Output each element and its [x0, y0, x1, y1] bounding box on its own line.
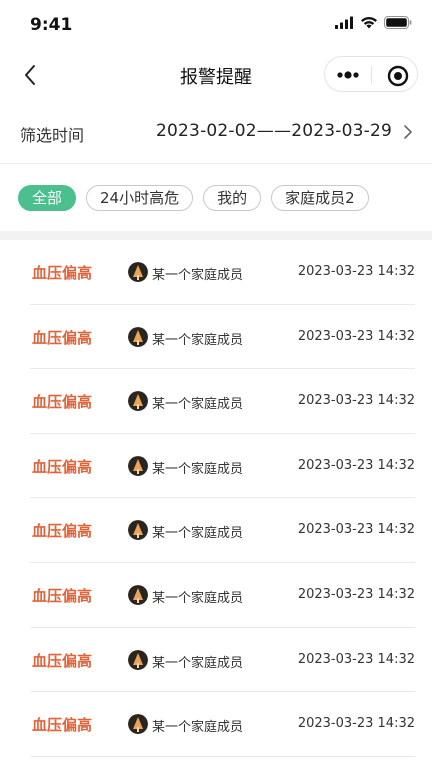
alert-type: 血压偏高 [32, 586, 93, 605]
alert-timestamp: 2023-03-23 14:32 [297, 716, 415, 732]
alert-timestamp: 2023-03-23 14:32 [297, 328, 415, 344]
alert-timestamp: 2023-03-23 14:32 [297, 522, 415, 538]
alert-timestamp: 2023-03-23 14:32 [297, 264, 415, 279]
status-time: 9:41 [30, 15, 73, 35]
status-bar: 9:41 [0, 0, 432, 50]
alert-member-name: 某一个家庭成员 [152, 332, 244, 348]
filter-label: 筛选时间 [20, 126, 85, 145]
alert-list: 血压偏高 某一个家庭成员 2023-03-23 14:32 血压偏高 某一个家庭… [0, 240, 432, 757]
alert-member-name: 某一个家庭成员 [152, 590, 244, 606]
avatar [128, 326, 148, 347]
filter-date-range[interactable]: 2023-02-02——2023-03-29 [156, 121, 392, 141]
alert-type: 血压偏高 [32, 264, 93, 282]
alert-member-name: 某一个家庭成员 [152, 461, 244, 477]
more-dots-icon [337, 71, 359, 79]
tag-filter-row: 全部 24小时高危 我的 家庭成员2 [0, 164, 432, 232]
alert-type: 血压偏高 [32, 651, 93, 670]
alert-item[interactable]: 血压偏高 某一个家庭成员 2023-03-23 14:32 [30, 563, 415, 628]
wifi-icon [361, 16, 377, 29]
nav-bar: 报警提醒 [0, 50, 432, 100]
alert-member-name: 某一个家庭成员 [152, 526, 244, 542]
alert-item[interactable]: 血压偏高 某一个家庭成员 2023-03-23 14:32 [30, 240, 415, 305]
avatar [128, 455, 148, 476]
alert-type: 血压偏高 [32, 716, 93, 735]
alert-type: 血压偏高 [32, 457, 93, 476]
alert-member-name: 某一个家庭成员 [152, 397, 244, 413]
capsule-divider [371, 66, 372, 84]
alert-type: 血压偏高 [32, 393, 93, 412]
target-close-icon [387, 65, 409, 87]
more-button[interactable] [333, 65, 363, 85]
battery-icon [384, 16, 412, 29]
tag-24h-high-risk[interactable]: 24小时高危 [86, 185, 194, 211]
alert-item[interactable]: 血压偏高 某一个家庭成员 2023-03-23 14:32 [30, 498, 415, 563]
status-icons [335, 16, 412, 29]
avatar [128, 714, 148, 735]
avatar [128, 584, 148, 605]
alert-item[interactable]: 血压偏高 某一个家庭成员 2023-03-23 14:32 [30, 692, 415, 757]
alert-item[interactable]: 血压偏高 某一个家庭成员 2023-03-23 14:32 [30, 434, 415, 499]
chevron-right-icon [404, 125, 412, 139]
section-divider [0, 231, 432, 240]
alert-member-name: 某一个家庭成员 [152, 655, 244, 671]
alert-type: 血压偏高 [32, 328, 93, 347]
avatar [128, 649, 148, 670]
mini-program-capsule [324, 56, 418, 92]
alert-type: 血压偏高 [32, 522, 93, 541]
alert-timestamp: 2023-03-23 14:32 [297, 393, 415, 409]
alert-timestamp: 2023-03-23 14:32 [297, 651, 415, 667]
avatar [128, 262, 148, 282]
alert-item[interactable]: 血压偏高 某一个家庭成员 2023-03-23 14:32 [30, 369, 415, 434]
alert-item[interactable]: 血压偏高 某一个家庭成员 2023-03-23 14:32 [30, 305, 415, 370]
signal-icon [335, 16, 353, 29]
tag-all[interactable]: 全部 [18, 185, 77, 211]
avatar [128, 520, 148, 541]
alert-item[interactable]: 血压偏高 某一个家庭成员 2023-03-23 14:32 [30, 628, 415, 693]
alert-timestamp: 2023-03-23 14:32 [297, 586, 415, 602]
alert-timestamp: 2023-03-23 14:32 [297, 457, 415, 473]
date-filter-row[interactable]: 筛选时间 2023-02-02——2023-03-29 [0, 100, 432, 164]
tag-family-member-2[interactable]: 家庭成员2 [271, 185, 369, 211]
alert-member-name: 某一个家庭成员 [152, 720, 244, 736]
alert-member-name: 某一个家庭成员 [152, 268, 244, 283]
tag-mine[interactable]: 我的 [203, 185, 262, 211]
close-button[interactable] [387, 65, 409, 87]
avatar [128, 391, 148, 412]
